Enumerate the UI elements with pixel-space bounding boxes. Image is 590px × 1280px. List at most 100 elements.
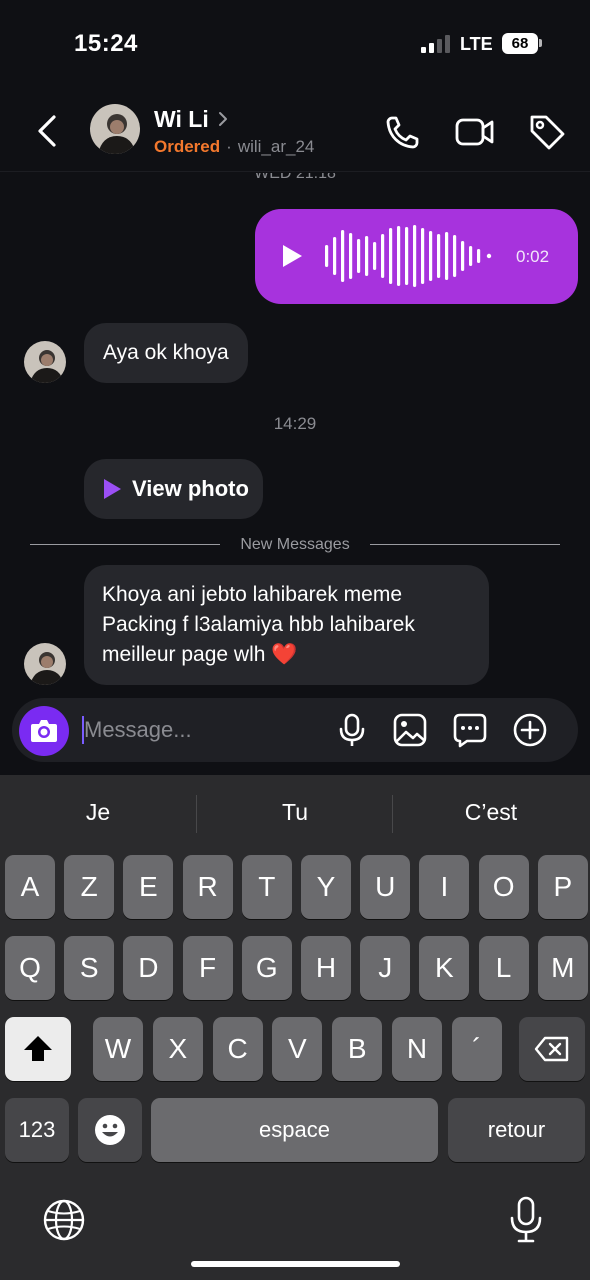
waveform-bar [381,234,385,278]
key-row2-4[interactable]: G [241,936,292,1000]
key-row3-2[interactable]: C [212,1017,263,1081]
key-row3-3[interactable]: V [272,1017,323,1081]
key-row1-9[interactable]: P [537,855,588,919]
contact-subtitle: Ordered · wili_ar_24 [154,137,314,157]
waveform-bar [357,239,361,273]
voice-duration: 0:02 [516,247,550,266]
waveform-bar [477,249,481,263]
shift-key[interactable] [5,1017,71,1081]
chevron-right-icon[interactable] [216,110,230,128]
suggestion-1[interactable]: Je [0,799,196,826]
backspace-icon [534,1036,569,1062]
incoming-message[interactable]: Khoya ani jebto lahibarek meme Packing f… [84,565,489,685]
waveform-dot [486,253,492,259]
waveform-bar [453,235,457,277]
voice-message-bubble[interactable]: 0:02 [255,209,578,304]
key-row1-7[interactable]: I [419,855,470,919]
message-list[interactable]: WED 21:18 0:02 Aya ok khoya 14:29 View p… [0,173,590,688]
microphone-icon[interactable] [334,712,370,748]
timestamp: 14:29 [273,414,317,433]
emoji-icon [95,1115,125,1145]
key-row3-6[interactable]: ´ [451,1017,502,1081]
waveform-bar [325,245,329,267]
key-row3-5[interactable]: N [392,1017,442,1081]
key-row2-3[interactable]: F [182,936,233,1000]
tag-icon[interactable] [527,112,567,152]
waveform-bar [397,226,401,286]
view-photo-button[interactable]: View photo [84,459,263,519]
contact-avatar-small[interactable] [24,341,66,383]
key-row1-1[interactable]: Z [64,855,115,919]
key-row1-5[interactable]: Y [301,855,351,919]
message-composer [12,698,578,762]
network-label: LTE [460,34,493,54]
suggestion-2[interactable]: Tu [197,799,393,826]
key-row1-4[interactable]: T [241,855,292,919]
numbers-key[interactable]: 123 [5,1098,69,1162]
incoming-message[interactable]: Aya ok khoya [84,323,248,383]
waveform-bar [429,231,433,281]
suggestion-bar: Je Tu C’est [0,775,590,850]
waveform-bar [437,234,441,278]
backspace-key[interactable] [519,1017,585,1081]
key-row2-6[interactable]: J [360,936,411,1000]
waveform-bar [333,237,337,275]
return-key[interactable]: retour [448,1098,585,1162]
waveform-bar [405,227,409,285]
key-row1-6[interactable]: U [360,855,411,919]
camera-button[interactable] [19,706,69,756]
key-row1-2[interactable]: E [123,855,174,919]
waveform-bar [461,241,465,271]
key-row2-8[interactable]: L [478,936,529,1000]
suggestion-3[interactable]: C’est [393,799,589,826]
status-time: 15:24 [74,30,138,57]
battery-tip [539,39,542,47]
contact-avatar-small[interactable] [24,643,66,685]
phone-icon[interactable] [383,112,423,152]
key-row3-0[interactable]: W [93,1017,143,1081]
battery-icon: 68 [502,33,538,54]
timestamp: WED 21:18 [254,173,336,182]
home-indicator [191,1261,400,1267]
contact-username: wili_ar_24 [237,137,315,156]
space-key[interactable]: espace [151,1098,438,1162]
key-row2-5[interactable]: H [301,936,351,1000]
gallery-icon[interactable] [392,712,428,748]
waveform-bar [445,232,449,280]
waveform-bar [373,242,377,270]
key-row1-0[interactable]: A [5,855,55,919]
key-row3-1[interactable]: X [152,1017,203,1081]
waveform [325,225,492,287]
key-row2-7[interactable]: K [419,936,470,1000]
key-row1-3[interactable]: R [182,855,233,919]
waveform-bar [421,228,425,284]
globe-icon[interactable] [42,1198,86,1242]
shift-icon [24,1036,52,1061]
plus-icon[interactable] [512,712,548,748]
key-row2-2[interactable]: D [123,936,174,1000]
emoji-key[interactable] [78,1098,142,1162]
video-icon[interactable] [455,112,495,152]
contact-name[interactable]: Wi Li [154,106,209,133]
signal-icon [421,35,450,53]
back-icon[interactable] [30,108,66,154]
key-row2-1[interactable]: S [64,936,115,1000]
waveform-bar [389,228,393,284]
chat-header: Wi Li Ordered · wili_ar_24 [0,88,590,172]
contact-avatar[interactable] [90,104,140,154]
view-photo-label: View photo [132,476,249,501]
status-bar: 15:24 LTE 68 [0,0,590,88]
order-status: Ordered [154,137,221,156]
play-icon[interactable] [281,244,303,268]
divider-line [370,544,560,545]
sticker-icon[interactable] [452,712,488,748]
keyboard: Je Tu C’est 123 espace retour AZERTYUIOP… [0,775,590,1280]
key-row2-0[interactable]: Q [5,936,55,1000]
key-row2-9[interactable]: M [537,936,588,1000]
key-row3-4[interactable]: B [332,1017,383,1081]
dictation-icon[interactable] [508,1196,544,1244]
waveform-bar [413,225,417,287]
message-input[interactable] [84,714,324,746]
camera-icon [31,720,57,742]
key-row1-8[interactable]: O [478,855,529,919]
